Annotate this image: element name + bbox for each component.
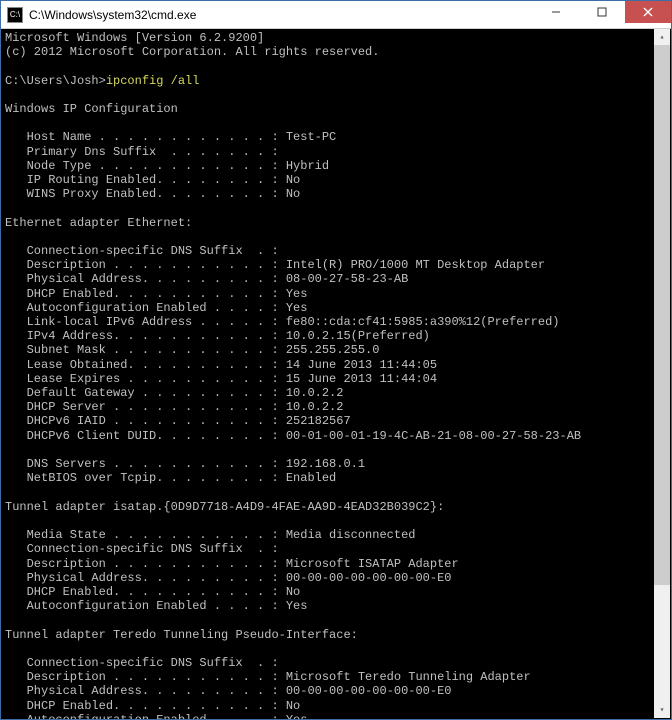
banner-line2: (c) 2012 Microsoft Corporation. All righ… xyxy=(5,45,379,59)
eth-linklocal-ipv6: Link-local IPv6 Address . . . . . : fe80… xyxy=(5,315,560,329)
close-icon xyxy=(643,7,653,17)
cmd-window: C:\ C:\Windows\system32\cmd.exe Microsof… xyxy=(0,0,672,720)
titlebar[interactable]: C:\ C:\Windows\system32\cmd.exe xyxy=(1,1,671,29)
eth-default-gateway: Default Gateway . . . . . . . . . : 10.0… xyxy=(5,386,343,400)
isatap-media: Media State . . . . . . . . . . . : Medi… xyxy=(5,528,415,542)
teredo-dhcp: DHCP Enabled. . . . . . . . . . . : No xyxy=(5,699,300,713)
title-left: C:\ C:\Windows\system32\cmd.exe xyxy=(1,7,196,23)
terminal-output[interactable]: Microsoft Windows [Version 6.2.9200] (c)… xyxy=(1,29,671,719)
window-title: C:\Windows\system32\cmd.exe xyxy=(29,8,196,22)
banner-line1: Microsoft Windows [Version 6.2.9200] xyxy=(5,31,264,45)
chevron-down-icon: ▾ xyxy=(660,705,665,715)
maximize-button[interactable] xyxy=(579,1,625,23)
scrollbar-thumb[interactable] xyxy=(654,45,670,585)
teredo-auto: Autoconfiguration Enabled . . . . : Yes xyxy=(5,713,307,719)
section-teredo: Tunnel adapter Teredo Tunneling Pseudo-I… xyxy=(5,628,358,642)
window-buttons xyxy=(533,1,671,28)
isatap-auto: Autoconfiguration Enabled . . . . : Yes xyxy=(5,599,307,613)
eth-phys: Physical Address. . . . . . . . . : 08-0… xyxy=(5,272,408,286)
scroll-up-button[interactable]: ▴ xyxy=(654,29,670,45)
minimize-button[interactable] xyxy=(533,1,579,23)
prompt-path: C:\Users\Josh> xyxy=(5,74,106,88)
command-text: ipconfig /all xyxy=(106,74,200,88)
winip-pdns: Primary Dns Suffix . . . . . . . : xyxy=(5,145,279,159)
eth-subnet: Subnet Mask . . . . . . . . . . . : 255.… xyxy=(5,343,379,357)
eth-lease-obtained: Lease Obtained. . . . . . . . . . : 14 J… xyxy=(5,358,437,372)
isatap-dhcp: DHCP Enabled. . . . . . . . . . . : No xyxy=(5,585,300,599)
eth-auto: Autoconfiguration Enabled . . . . : Yes xyxy=(5,301,307,315)
teredo-csd: Connection-specific DNS Suffix . : xyxy=(5,656,279,670)
section-isatap: Tunnel adapter isatap.{0D9D7718-A4D9-4FA… xyxy=(5,500,444,514)
isatap-phys: Physical Address. . . . . . . . . : 00-0… xyxy=(5,571,451,585)
isatap-csd: Connection-specific DNS Suffix . : xyxy=(5,542,279,556)
winip-wins: WINS Proxy Enabled. . . . . . . . : No xyxy=(5,187,300,201)
eth-ipv4: IPv4 Address. . . . . . . . . . . : 10.0… xyxy=(5,329,430,343)
eth-dhcp-server: DHCP Server . . . . . . . . . . . : 10.0… xyxy=(5,400,343,414)
eth-dns: DNS Servers . . . . . . . . . . . : 192.… xyxy=(5,457,365,471)
eth-dhcpv6-iaid: DHCPv6 IAID . . . . . . . . . . . : 2521… xyxy=(5,414,351,428)
eth-csd: Connection-specific DNS Suffix . : xyxy=(5,244,279,258)
winip-iprouting: IP Routing Enabled. . . . . . . . : No xyxy=(5,173,300,187)
chevron-up-icon: ▴ xyxy=(660,32,665,42)
eth-netbios: NetBIOS over Tcpip. . . . . . . . : Enab… xyxy=(5,471,336,485)
eth-dhcp: DHCP Enabled. . . . . . . . . . . : Yes xyxy=(5,287,307,301)
vertical-scrollbar[interactable]: ▴ ▾ xyxy=(654,29,670,718)
isatap-desc: Description . . . . . . . . . . . : Micr… xyxy=(5,557,459,571)
winip-ntype: Node Type . . . . . . . . . . . . : Hybr… xyxy=(5,159,329,173)
teredo-desc: Description . . . . . . . . . . . : Micr… xyxy=(5,670,531,684)
section-ethernet: Ethernet adapter Ethernet: xyxy=(5,216,192,230)
scroll-down-button[interactable]: ▾ xyxy=(654,702,670,718)
maximize-icon xyxy=(597,7,607,17)
eth-dhcpv6-duid: DHCPv6 Client DUID. . . . . . . . : 00-0… xyxy=(5,429,581,443)
cmd-icon: C:\ xyxy=(7,7,23,23)
teredo-phys: Physical Address. . . . . . . . . : 00-0… xyxy=(5,684,451,698)
winip-host: Host Name . . . . . . . . . . . . : Test… xyxy=(5,130,336,144)
eth-desc: Description . . . . . . . . . . . : Inte… xyxy=(5,258,545,272)
section-winip: Windows IP Configuration xyxy=(5,102,178,116)
eth-lease-expires: Lease Expires . . . . . . . . . . : 15 J… xyxy=(5,372,437,386)
minimize-icon xyxy=(551,7,561,17)
close-button[interactable] xyxy=(625,1,671,23)
